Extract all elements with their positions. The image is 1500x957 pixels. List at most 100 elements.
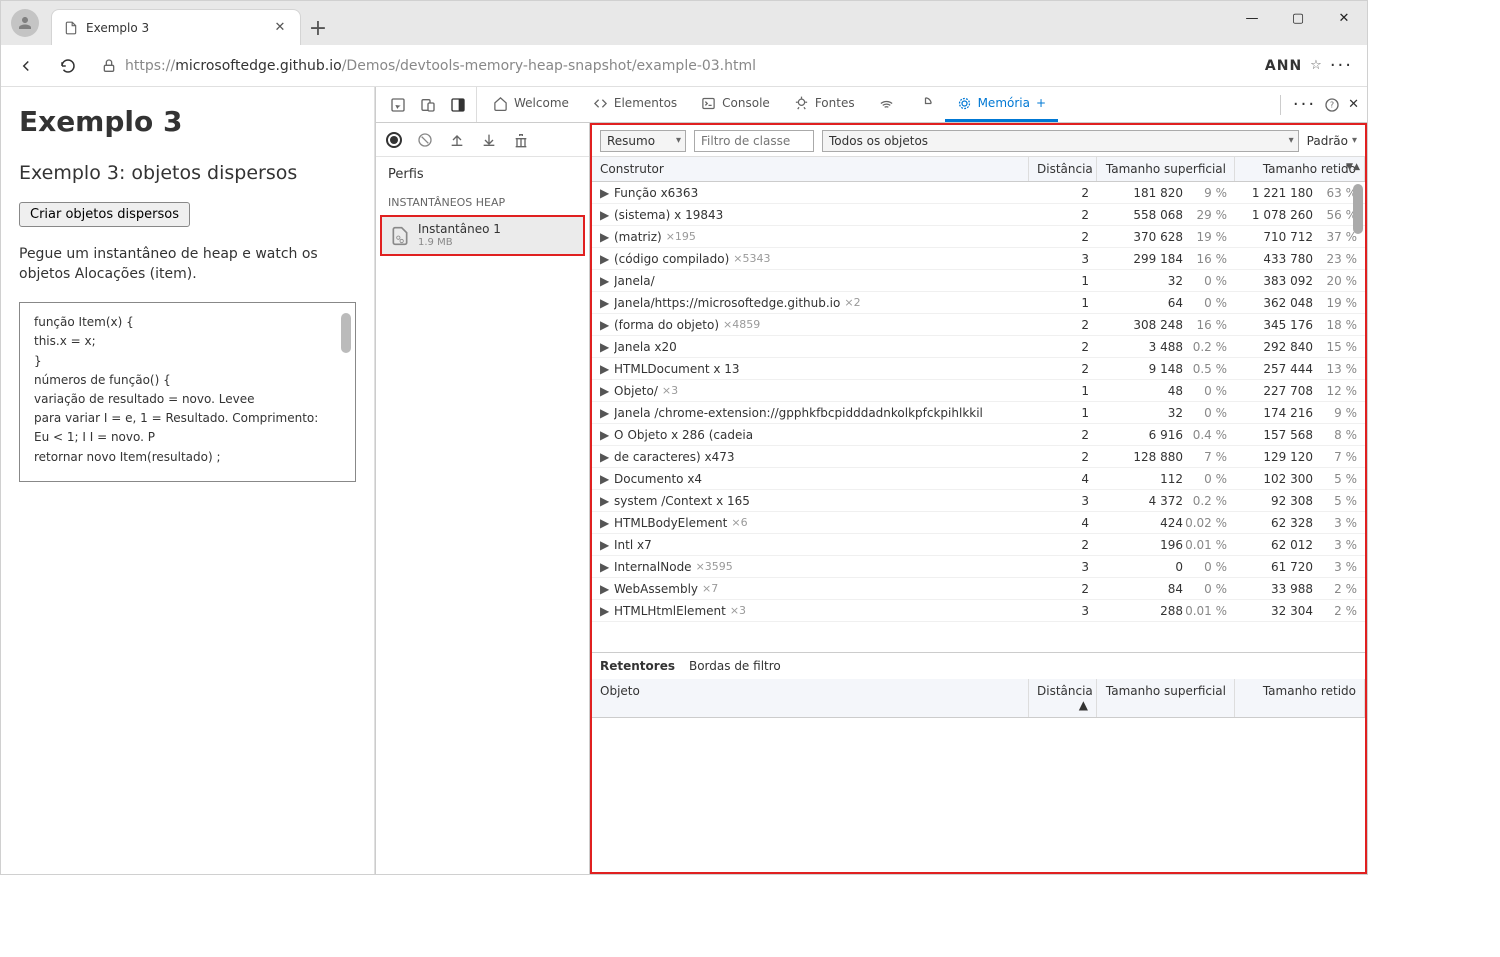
table-row[interactable]: ▶(código compilado) ×53433299 18416 %433… xyxy=(592,248,1365,270)
window-minimize-icon[interactable]: — xyxy=(1229,1,1275,35)
col-shallow[interactable]: Tamanho superficial xyxy=(1097,157,1235,181)
table-row[interactable]: ▶HTMLBodyElement ×644240.02 %62 3283 % xyxy=(592,512,1365,534)
scrollbar-thumb[interactable] xyxy=(341,313,351,353)
constructor-name: WebAssembly ×7 xyxy=(614,582,1029,596)
expand-icon[interactable]: ▶ xyxy=(600,606,610,616)
load-button[interactable] xyxy=(448,131,466,149)
save-button[interactable] xyxy=(480,131,498,149)
class-filter-input[interactable] xyxy=(694,130,814,152)
expand-icon[interactable]: ▶ xyxy=(600,342,610,352)
svg-text:?: ? xyxy=(1330,100,1334,109)
table-row[interactable]: ▶(matriz) ×1952370 62819 %710 71237 % xyxy=(592,226,1365,248)
table-row[interactable]: ▶Janela/https://microsoftedge.github.io … xyxy=(592,292,1365,314)
browser-tab[interactable]: Exemplo 3 ✕ xyxy=(51,9,301,45)
expand-icon[interactable]: ▶ xyxy=(600,276,610,286)
grid-body[interactable]: ▶Função x63632181 8209 %1 221 18063 %▶(s… xyxy=(592,182,1365,652)
gc-button[interactable] xyxy=(512,131,530,149)
table-row[interactable]: ▶system /Context x 16534 3720.2 %92 3085… xyxy=(592,490,1365,512)
col-distance[interactable]: Distância xyxy=(1029,157,1097,181)
expand-icon[interactable]: ▶ xyxy=(600,386,610,396)
table-row[interactable]: ▶Janela/1320 %383 09220 % xyxy=(592,270,1365,292)
table-row[interactable]: ▶Janela /chrome-extension://gpphkfbcpidd… xyxy=(592,402,1365,424)
devtools-tabs: Welcome Elementos Console Fontes Memória… xyxy=(376,87,1367,123)
tab-close-icon[interactable]: ✕ xyxy=(272,20,288,36)
expand-icon[interactable]: ▶ xyxy=(600,188,610,198)
expand-icon[interactable]: ▶ xyxy=(600,364,610,374)
table-row[interactable]: ▶OObjeto x 286 (cadeia26 9160.4 %157 568… xyxy=(592,424,1365,446)
tab-console[interactable]: Console xyxy=(689,87,782,122)
retainers-tab[interactable]: Retentores xyxy=(600,659,675,673)
page-h1: Exemplo 3 xyxy=(19,105,356,138)
page-paragraph: Pegue um instantâneo de heap e watch os … xyxy=(19,245,356,284)
browser-menu-icon[interactable]: ··· xyxy=(1330,55,1353,76)
tab-network-cond-icon[interactable] xyxy=(867,87,906,122)
ret-col-retained[interactable]: Tamanho retido xyxy=(1235,679,1365,717)
tab-performance-icon[interactable] xyxy=(906,87,945,122)
url-text: https://microsoftedge.github.io/Demos/de… xyxy=(125,58,756,74)
tab-sources[interactable]: Fontes xyxy=(782,87,867,122)
devtools-more-icon[interactable]: ··· xyxy=(1293,94,1316,115)
window-maximize-icon[interactable]: ▢ xyxy=(1275,1,1321,35)
col-retained[interactable]: Tamanho retido▼▲ xyxy=(1235,157,1365,181)
table-row[interactable]: ▶Intl x721960.01 %62 0123 % xyxy=(592,534,1365,556)
dock-icon[interactable] xyxy=(446,93,470,117)
help-icon[interactable]: ? xyxy=(1324,97,1340,113)
expand-icon[interactable]: ▶ xyxy=(600,430,610,440)
snapshot-title: Instantâneo 1 xyxy=(418,223,501,237)
tab-elements[interactable]: Elementos xyxy=(581,87,689,122)
tab-welcome[interactable]: Welcome xyxy=(481,87,581,122)
expand-icon[interactable]: ▶ xyxy=(600,210,610,220)
constructor-name: InternalNode ×3595 xyxy=(614,560,1029,574)
ret-col-distance[interactable]: Distância ▲ xyxy=(1029,679,1097,717)
address-bar[interactable]: https://microsoftedge.github.io/Demos/de… xyxy=(93,50,1257,82)
devtools-close-icon[interactable]: ✕ xyxy=(1348,97,1359,112)
expand-icon[interactable]: ▶ xyxy=(600,320,610,330)
table-row[interactable]: ▶Objeto/ ×31480 %227 70812 % xyxy=(592,380,1365,402)
scrollbar-thumb[interactable] xyxy=(1353,184,1363,234)
table-row[interactable]: ▶Documento x441120 %102 3005 % xyxy=(592,468,1365,490)
filter-edges-tab[interactable]: Bordas de filtro xyxy=(689,659,781,673)
expand-icon[interactable]: ▶ xyxy=(600,298,610,308)
expand-icon[interactable]: ▶ xyxy=(600,452,610,462)
tab-memory[interactable]: Memória + xyxy=(945,87,1058,122)
ret-col-shallow[interactable]: Tamanho superficial xyxy=(1097,679,1235,717)
objects-select[interactable]: Todos os objetos xyxy=(822,130,1299,152)
expand-icon[interactable]: ▶ xyxy=(600,408,610,418)
favorite-icon[interactable]: ☆ xyxy=(1310,58,1322,73)
table-row[interactable]: ▶WebAssembly ×72840 %33 9882 % xyxy=(592,578,1365,600)
table-row[interactable]: ▶(forma do objeto) ×48592308 24816 %345 … xyxy=(592,314,1365,336)
back-button[interactable] xyxy=(9,49,43,83)
table-row[interactable]: ▶InternalNode ×3595300 %61 7203 % xyxy=(592,556,1365,578)
view-select[interactable]: Resumo xyxy=(600,130,686,152)
expand-icon[interactable]: ▶ xyxy=(600,540,610,550)
constructor-name: Janela/ xyxy=(614,274,1029,288)
table-row[interactable]: ▶HTMLDocument x 1329 1480.5 %257 44413 % xyxy=(592,358,1365,380)
table-row[interactable]: ▶HTMLHtmlElement ×332880.01 %32 3042 % xyxy=(592,600,1365,622)
table-row[interactable]: ▶Função x63632181 8209 %1 221 18063 % xyxy=(592,182,1365,204)
mode-select[interactable]: Padrão xyxy=(1307,134,1357,148)
expand-icon[interactable]: ▶ xyxy=(600,232,610,242)
col-constructor[interactable]: Construtor xyxy=(592,157,1029,181)
expand-icon[interactable]: ▶ xyxy=(600,584,610,594)
profile-name[interactable]: ANN xyxy=(1265,58,1302,74)
record-button[interactable] xyxy=(386,132,402,148)
table-row[interactable]: ▶Janela x2023 4880.2 %292 84015 % xyxy=(592,336,1365,358)
device-icon[interactable] xyxy=(416,93,440,117)
table-row[interactable]: ▶de caracteres) x4732128 8807 %129 1207 … xyxy=(592,446,1365,468)
expand-icon[interactable]: ▶ xyxy=(600,496,610,506)
expand-icon[interactable]: ▶ xyxy=(600,562,610,572)
refresh-button[interactable] xyxy=(51,49,85,83)
expand-icon[interactable]: ▶ xyxy=(600,474,610,484)
window-close-icon[interactable]: ✕ xyxy=(1321,1,1367,35)
create-button[interactable]: Criar objetos dispersos xyxy=(19,202,190,227)
inspect-icon[interactable] xyxy=(386,93,410,117)
profile-avatar[interactable] xyxy=(11,9,39,37)
table-row[interactable]: ▶(sistema) x 198432558 06829 %1 078 2605… xyxy=(592,204,1365,226)
window-titlebar: Exemplo 3 ✕ + — ▢ ✕ xyxy=(1,1,1367,45)
ret-col-object[interactable]: Objeto xyxy=(592,679,1029,717)
expand-icon[interactable]: ▶ xyxy=(600,518,610,528)
expand-icon[interactable]: ▶ xyxy=(600,254,610,264)
clear-button[interactable] xyxy=(416,131,434,149)
snapshot-item[interactable]: Instantâneo 1 1.9 MB xyxy=(380,215,585,256)
new-tab-button[interactable]: + xyxy=(301,11,335,45)
